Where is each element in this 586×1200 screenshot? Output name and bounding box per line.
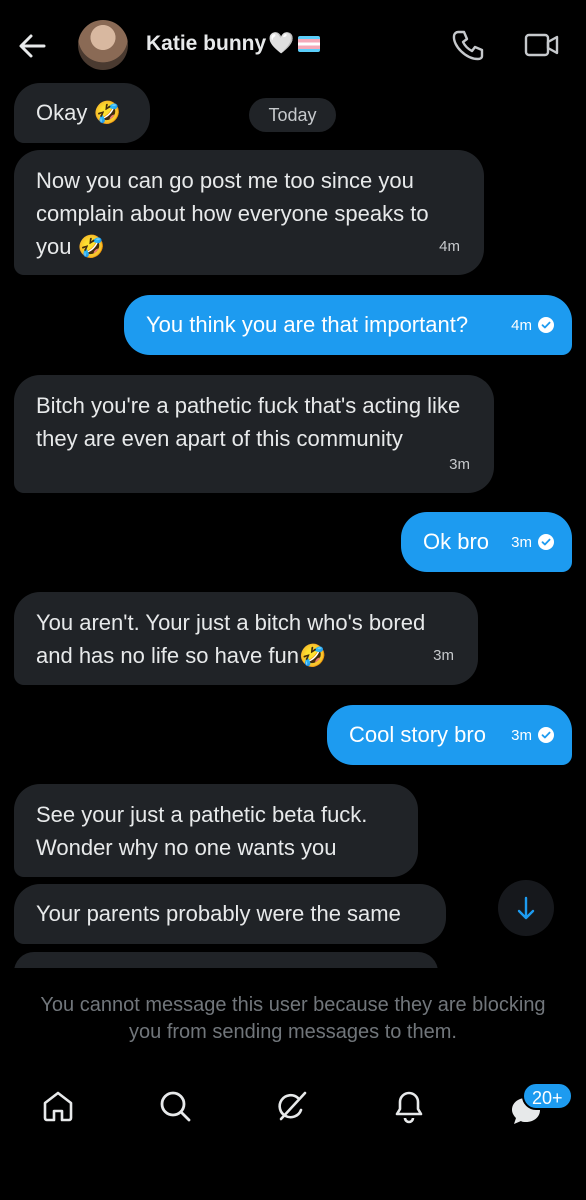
read-check-icon [538,727,554,744]
blocked-notice: You cannot message this user because the… [40,994,546,1043]
message-timestamp: 4m [511,309,554,342]
message-text: Cool story bro [349,722,486,747]
read-check-icon [538,534,554,551]
bottom-navigation [0,1070,586,1150]
message-timestamp: 3m [511,526,554,559]
message-incoming[interactable]: See your just a pathetic beta fuck. Wond… [14,784,418,877]
message-text: You aren't. Your just a bitch who's bore… [36,610,426,668]
message-timestamp: 4m [439,238,460,255]
message-timestamp: 3m [511,719,554,752]
message-incoming[interactable]: Now you can go post me too since you com… [14,150,484,275]
message-text: Okay 🤣 [36,100,121,125]
timestamp-text: 3m [511,534,532,551]
message-text: You think you are that important? [146,312,469,337]
message-incoming[interactable]: Bitch you're a pathetic fuck that's acti… [14,375,494,493]
back-arrow-icon[interactable] [14,28,50,64]
contact-name[interactable]: Katie bunny🤍 [146,32,321,56]
message-incoming[interactable]: Your parents probably were the same [14,884,446,944]
message-text: See your just a pathetic beta fuck. Wond… [36,802,368,860]
messages-unread-badge: 20+ [522,1082,573,1110]
transgender-flag-icon [298,36,321,53]
notifications-icon[interactable] [391,1088,427,1124]
conversation-header: Katie bunny🤍 [0,0,586,90]
message-text: Now you can go post me too since you com… [36,168,429,259]
video-call-icon[interactable] [524,28,560,62]
message-outgoing[interactable]: Cool story bro 3m [327,705,572,765]
timestamp-text: 3m [511,727,532,744]
search-icon[interactable] [157,1088,193,1124]
read-check-icon [538,317,554,334]
date-separator: Today [249,98,336,132]
message-incoming[interactable]: Okay 🤣 [14,83,150,143]
grok-icon[interactable] [274,1088,310,1124]
message-incoming-partial [14,952,438,968]
message-timestamp: 3m [449,456,470,473]
message-outgoing[interactable]: Ok bro 3m [401,512,572,572]
message-timestamp: 3m [433,647,454,664]
heart-emoji: 🤍 [268,32,295,55]
message-text: Your parents probably were the same [36,901,401,926]
scroll-to-bottom-button[interactable] [498,880,554,936]
timestamp-text: 4m [511,317,532,334]
phone-icon[interactable] [450,28,484,62]
message-text: Bitch you're a pathetic fuck that's acti… [36,393,461,451]
message-text: Ok bro [423,529,490,554]
home-icon[interactable] [40,1088,76,1124]
contact-name-text: Katie bunny [146,32,267,55]
message-incoming[interactable]: You aren't. Your just a bitch who's bore… [14,592,478,685]
avatar[interactable] [78,20,128,70]
message-outgoing[interactable]: You think you are that important? 4m [124,295,572,355]
